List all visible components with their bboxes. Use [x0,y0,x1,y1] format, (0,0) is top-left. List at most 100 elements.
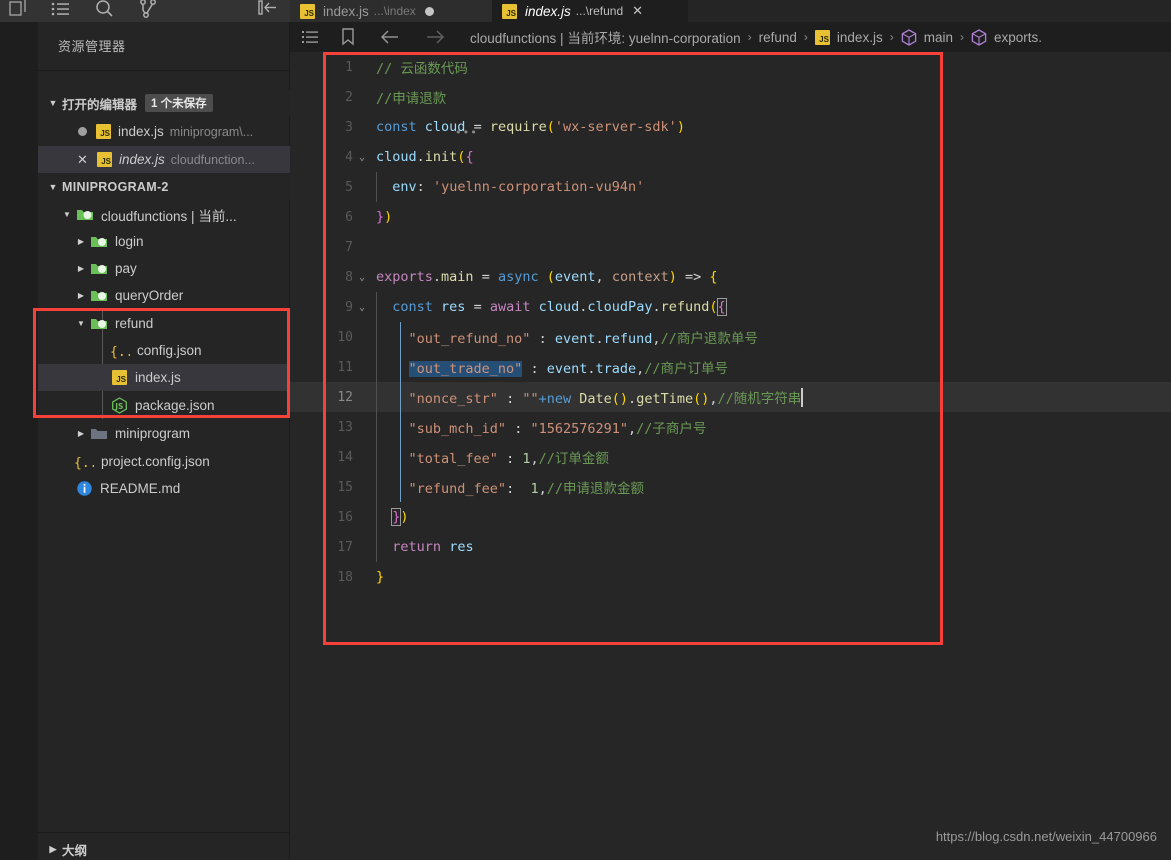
open-editor-item-1[interactable]: ✕ JS index.js cloudfunction... [38,146,290,173]
line-number: 18 [337,569,353,585]
tab-index-js-miniprogram[interactable]: JS index.js ...\index [290,0,492,22]
breadcrumb-separator: › [803,30,808,44]
chevron-right-icon[interactable]: ▶ [74,264,88,273]
tree-item-label: package.json [135,398,215,413]
tree-item-readme-md[interactable]: README.md [38,475,290,502]
fold-open-icon[interactable]: ⌄ [354,292,370,322]
code-line-15[interactable]: 15 "refund_fee": 1,//申请退款金额 [290,472,1171,502]
code-line-12[interactable]: 12 "nonce_str" : ""+new Date().getTime()… [290,382,1171,412]
indent-guide [376,352,377,382]
fold-open-icon[interactable]: ⌄ [354,142,370,172]
breadcrumb-separator: › [747,30,752,44]
svg-text:{..}: {..} [110,345,130,359]
code-line-11[interactable]: 11 "out_trade_no" : event.trade,//商户订单号 [290,352,1171,382]
breadcrumb-item-4[interactable]: exports. [971,28,1042,46]
tree-item-index-js[interactable]: JS index.js [38,364,290,391]
js-file-icon: JS [97,152,112,167]
line-number: 16 [337,509,353,525]
tree-item-label: queryOrder [115,288,184,303]
line-number: 6 [345,209,353,225]
breadcrumb-item-2-label: index.js [836,29,883,45]
code-line-3[interactable]: 3 const cloud = require('wx-server-sdk')… [290,112,1171,142]
js-file-icon: JS [96,124,111,139]
tree-item-cloudfunctions[interactable]: ▼ cloudfunctions | 当前... [38,201,290,228]
line-number: 5 [345,179,353,195]
line-number: 7 [345,239,353,255]
tree-item-miniprogram[interactable]: ▶ miniprogram [38,420,290,447]
svg-text:{..}: {..} [74,456,94,470]
tree-item-package-json[interactable]: JS package.json [38,392,290,419]
tab-title: index.js [323,3,369,19]
close-icon[interactable]: ✕ [76,152,89,168]
code-editor[interactable]: 1 // 云函数代码 2 //申请退款 3 const cloud = requ… [290,52,1171,860]
code-line-10[interactable]: 10 "out_refund_no" : event.refund,//商户退款… [290,322,1171,352]
open-editor-name: index.js [118,124,164,139]
sidebar-title: 资源管理器 [58,39,126,54]
line-number: 13 [337,419,353,435]
tree-item-login[interactable]: ▶ login [38,228,290,255]
json-file-icon: {..} [74,454,94,470]
tree-item-queryorder[interactable]: ▶ queryOrder [38,282,290,309]
code-line-7[interactable]: 7 [290,232,1171,262]
tab-description: ...\index [373,4,416,18]
open-editor-item-0[interactable]: JS index.js miniprogram\... [38,118,290,145]
chevron-right-icon: ▶ [49,843,57,854]
tab-close-icon[interactable]: ✕ [632,3,643,19]
navigate-back-icon[interactable] [380,29,400,45]
section-project[interactable]: ▼ MINIPROGRAM-2 [38,174,290,200]
tab-title: index.js [525,3,571,19]
line-number: 11 [337,359,353,375]
code-line-18[interactable]: 18 } [290,562,1171,592]
bookmark-icon[interactable] [341,28,355,46]
section-outline-label: 大纲 [62,843,88,858]
tree-item-pay[interactable]: ▶ pay [38,255,290,282]
code-line-4[interactable]: 4 ⌄ cloud.init({ [290,142,1171,172]
chevron-down-icon[interactable]: ▼ [74,319,88,328]
unsaved-dot-icon[interactable] [424,6,434,16]
indent-guide [376,172,377,202]
breadcrumb-item-0[interactable]: cloudfunctions | 当前环境: yuelnn-corporatio… [470,27,741,47]
breadcrumb-separator: › [959,30,964,44]
tab-description: ...\refund [575,4,624,18]
fold-open-icon[interactable]: ⌄ [354,262,370,292]
navigate-forward-icon[interactable] [425,29,445,45]
line-number: 9 [345,299,353,315]
indent-guide-active [400,322,401,352]
code-line-14[interactable]: 14 "total_fee" : 1,//订单金额 [290,442,1171,472]
section-outline[interactable]: ▶ 大纲 [38,836,290,860]
tree-item-config-json[interactable]: {..} config.json [38,337,290,364]
section-open-editors[interactable]: ▼ 打开的编辑器 1 个未保存 [38,90,290,116]
breadcrumb-item-3[interactable]: main [901,28,953,46]
folder-cloud-icon [90,288,108,303]
code-line-16[interactable]: 16 }) [290,502,1171,532]
tab-index-js-refund[interactable]: JS index.js ...\refund ✕ [492,0,688,22]
breadcrumb-item-3-label: main [923,29,953,45]
chevron-right-icon[interactable]: ▶ [74,429,88,438]
code-line-2[interactable]: 2 //申请退款 [290,82,1171,112]
code-line-1[interactable]: 1 // 云函数代码 [290,52,1171,82]
code-line-17[interactable]: 17 return res [290,532,1171,562]
js-file-icon: JS [300,3,315,19]
outline-list-icon[interactable] [302,29,318,45]
divider [38,70,290,71]
tree-item-refund[interactable]: ▼ refund [38,310,290,337]
info-file-icon [76,480,93,497]
indent-guide-active [400,382,401,412]
chevron-right-icon[interactable]: ▶ [74,291,88,300]
indent-guide [376,322,377,352]
code-line-5[interactable]: 5 env: 'yuelnn-corporation-vu94n' [290,172,1171,202]
chevron-right-icon[interactable]: ▶ [74,237,88,246]
folder-open-cloud-icon [76,207,94,222]
breadcrumb-item-1[interactable]: refund [759,30,797,45]
code-line-8[interactable]: 8 ⌄ exports.main = async (event, context… [290,262,1171,292]
code-line-13[interactable]: 13 "sub_mch_id" : "1562576291",//子商户号 [290,412,1171,442]
tree-item-project-config-json[interactable]: {..} project.config.json [38,448,290,475]
editor-tab-bar: JS index.js ...\index JS index.js ...\re… [290,0,1171,22]
code-line-9[interactable]: 9 ⌄ const res = await cloud.cloudPay.ref… [290,292,1171,322]
code-content[interactable]: 1 // 云函数代码 2 //申请退款 3 const cloud = requ… [290,52,1171,592]
breadcrumb-item-2[interactable]: JS index.js [814,29,883,45]
tree-item-label: refund [115,316,154,331]
line-number: 8 [345,269,353,285]
chevron-down-icon[interactable]: ▼ [60,210,74,219]
code-line-6[interactable]: 6 }) [290,202,1171,232]
